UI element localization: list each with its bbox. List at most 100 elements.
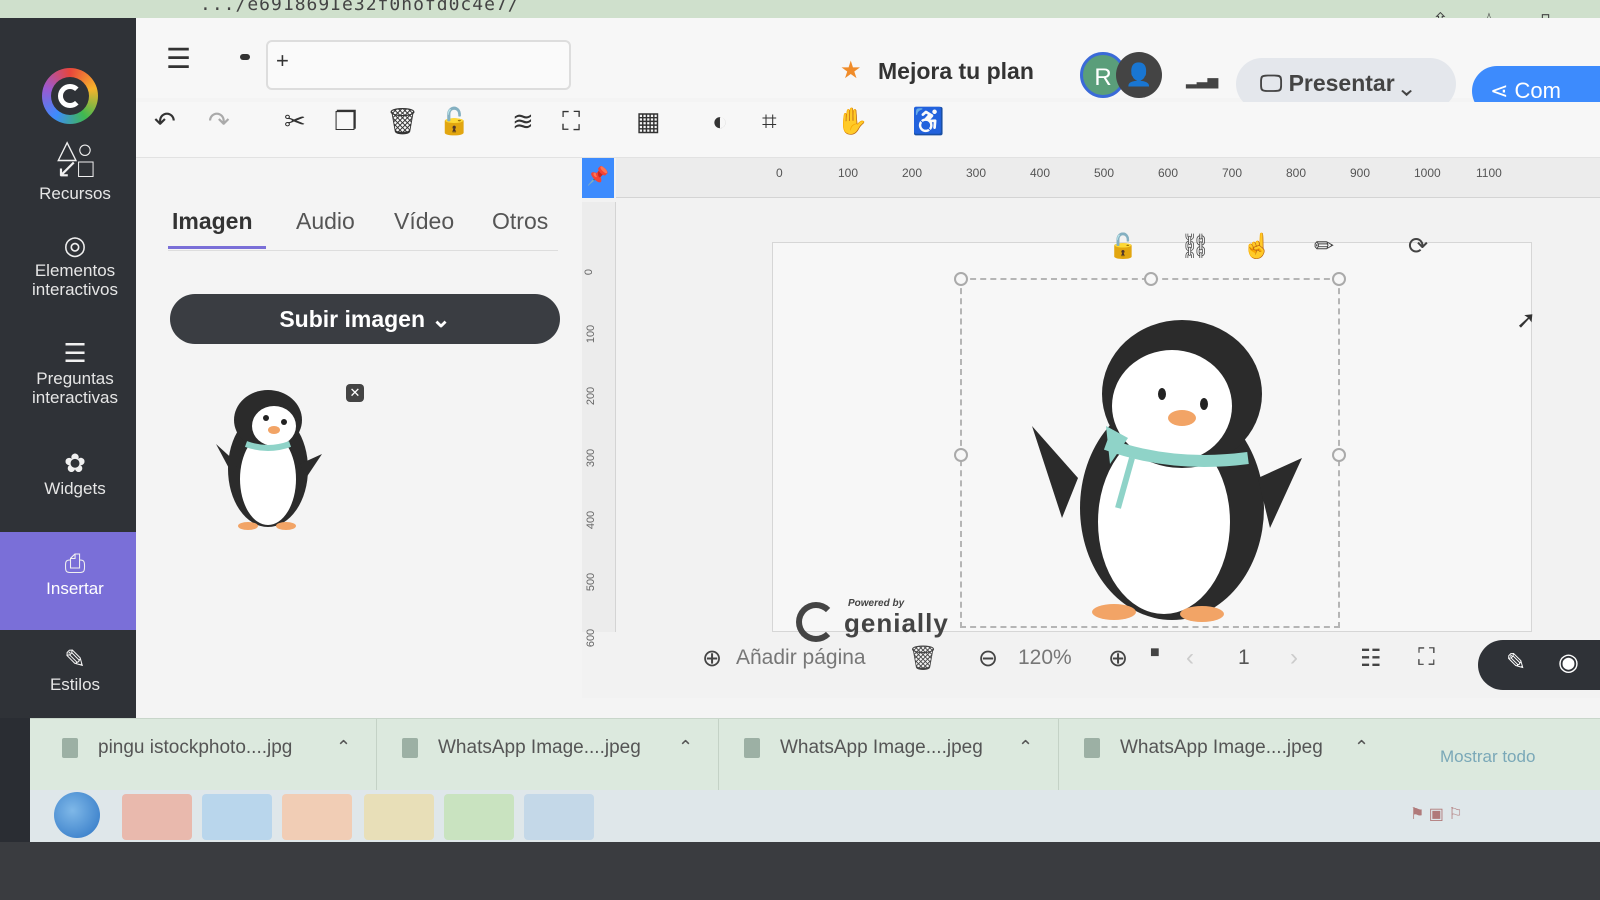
download-item[interactable]: WhatsApp Image....jpeg (744, 737, 983, 759)
vertical-ruler: 0 100 200 300 400 500 600 (582, 202, 616, 647)
left-sidebar: △○ ↙□ Recursos ◎ Elementos interactivos ☰… (0, 18, 150, 718)
powerpoint-taskbar-icon[interactable] (122, 794, 192, 840)
tab-imagen[interactable]: Imagen (172, 208, 253, 235)
lock-icon[interactable]: 🔓 (438, 106, 470, 137)
ruler-tick: 500 (1094, 166, 1115, 180)
object-lock-icon[interactable]: 🔓 (1108, 232, 1138, 261)
fullscreen-icon[interactable]: ⛶ (1418, 644, 1435, 672)
file-icon (62, 737, 78, 758)
sidebar-item-estilos[interactable]: ✎ Estilos (0, 646, 150, 694)
upload-image-button[interactable]: Subir imagen ⌄ (170, 294, 560, 344)
hand-icon[interactable]: ✋ (836, 106, 868, 137)
tab-otros[interactable]: Otros (492, 208, 548, 235)
chevron-up-icon[interactable]: ⌃ (678, 737, 693, 758)
delete-page-icon[interactable]: 🗑 (908, 644, 938, 673)
resize-handle[interactable] (1332, 448, 1346, 462)
system-tray-icons[interactable]: ⚑ ▣ ⚐ (1410, 804, 1463, 824)
download-item[interactable]: WhatsApp Image....jpeg (402, 737, 641, 759)
resize-handle[interactable] (1332, 272, 1346, 286)
resize-handle[interactable] (1144, 272, 1158, 286)
next-page-icon[interactable]: › (1290, 644, 1298, 672)
divider (1058, 719, 1059, 791)
editor-header: ☰ + ★ Mejora tu plan R 👤 ▂▃▅ 🖵 Presentar… (136, 18, 1600, 116)
layers-icon[interactable]: ≋ (512, 106, 534, 137)
menu-icon[interactable]: ☰ (166, 42, 191, 75)
ruler-tick: 100 (585, 324, 598, 344)
sidebar-item-widgets[interactable]: ✿ Widgets (0, 448, 150, 498)
sidebar-item-recursos[interactable]: △○ ↙□ Recursos (0, 136, 150, 203)
chrome-taskbar-icon[interactable] (444, 794, 514, 840)
show-all-downloads-link[interactable]: Mostrar todo (1440, 747, 1535, 767)
download-item[interactable]: pingu istockphoto....jpg (62, 737, 292, 759)
presentation-icon: 🖵 (1260, 70, 1289, 96)
zoom-in-icon[interactable]: ⊕ (1108, 644, 1128, 673)
page-list-icon[interactable]: ☷ (1360, 644, 1382, 673)
sidebar-item-elementos-interactivos[interactable]: ◎ Elementos interactivos (0, 232, 150, 299)
transparency-icon[interactable]: ▦ (636, 106, 661, 137)
filter-icon[interactable]: ◐ (712, 106, 728, 137)
redo-icon[interactable]: ↷ (208, 106, 230, 137)
object-replace-icon[interactable]: ⟳ (1408, 232, 1428, 261)
chevron-up-icon[interactable]: ⌃ (1354, 737, 1369, 758)
file-icon (1084, 737, 1100, 758)
sidebar-item-preguntas-interactivas[interactable]: ☰ Preguntas interactivas (0, 340, 150, 407)
app-taskbar-icon[interactable] (524, 794, 594, 840)
group-icon[interactable]: ⛶ (562, 106, 580, 138)
add-collaborator-icon[interactable]: 👤 (1116, 52, 1162, 98)
chevron-up-icon[interactable]: ⌃ (336, 737, 351, 758)
chevron-down-icon: ⌄ (431, 306, 451, 332)
pencil-icon: ✎ (1506, 649, 1527, 676)
chevron-up-icon[interactable]: ⌃ (1018, 737, 1033, 758)
penguin-thumbnail[interactable] (208, 374, 328, 534)
url-fragment[interactable]: .../e691869Ie32f0hofd0c4e7/ (200, 0, 520, 15)
undo-icon[interactable]: ↶ (154, 106, 176, 137)
windows-taskbar: ⚑ ▣ ⚐ (30, 790, 1600, 842)
resize-handle[interactable] (954, 272, 968, 286)
genially-brand-text: genially (844, 608, 949, 638)
object-edit-icon[interactable]: ✏ (1314, 232, 1334, 261)
tab-audio[interactable]: Audio (296, 208, 355, 235)
project-title-field[interactable] (266, 40, 571, 90)
cut-icon[interactable]: ✂ (284, 106, 306, 137)
start-button-icon[interactable] (54, 792, 100, 838)
sidebar-item-label: Insertar (46, 579, 104, 598)
duplicate-icon[interactable]: ❐ (334, 106, 357, 137)
downloads-bar: pingu istockphoto....jpg ⌃ WhatsApp Imag… (30, 718, 1600, 791)
media-player-taskbar-icon[interactable] (282, 794, 352, 840)
widgets-icon: ✿ (64, 448, 86, 478)
ruler-tick: 600 (1158, 166, 1179, 180)
add-page-button[interactable]: Añadir página (736, 646, 866, 670)
divider (376, 719, 377, 791)
zoom-out-icon[interactable]: ⊖ (978, 644, 998, 673)
file-explorer-taskbar-icon[interactable] (364, 794, 434, 840)
tab-video[interactable]: Vídeo (394, 208, 454, 235)
pin-icon[interactable]: 📌 (582, 158, 614, 198)
ruler-tick: 0 (776, 166, 783, 180)
sidebar-item-insertar[interactable]: ⎙ Insertar (0, 532, 150, 630)
prev-page-icon[interactable]: ‹ (1186, 644, 1194, 672)
editor-app: ☰ + ★ Mejora tu plan R 👤 ▂▃▅ 🖵 Presentar… (136, 18, 1600, 718)
remove-image-icon[interactable]: ✕ (346, 384, 364, 402)
mouse-cursor-icon: ➚ (1516, 307, 1537, 334)
internet-explorer-taskbar-icon[interactable] (202, 794, 272, 840)
object-link-icon[interactable]: ⛓ (1180, 232, 1210, 261)
resize-handle[interactable] (954, 448, 968, 462)
canvas-bottom-bar: ⊕ Añadir página 🗑 ⊖ 120% ⊕ ■ ‹ 1 › ☷ ⛶ ✎… (582, 636, 1600, 690)
object-interactivity-icon[interactable]: ☝ (1242, 232, 1272, 261)
download-item[interactable]: WhatsApp Image....jpeg (1084, 737, 1323, 759)
penguin-image[interactable] (1032, 308, 1302, 628)
file-icon (402, 737, 418, 758)
add-page-icon[interactable]: ⊕ (702, 644, 722, 673)
accessibility-icon[interactable]: ♿ (912, 106, 944, 137)
fit-icon[interactable]: ■ (1150, 644, 1160, 662)
upgrade-plan-link[interactable]: Mejora tu plan (878, 58, 1034, 85)
crop-icon[interactable]: ⌗ (762, 106, 777, 138)
download-filename: WhatsApp Image....jpeg (438, 737, 641, 758)
ruler-tick: 200 (902, 166, 923, 180)
delete-icon[interactable]: 🗑 (386, 106, 419, 137)
edit-mode-toggle[interactable]: ✎ ◉ (1478, 640, 1600, 690)
ruler-tick: 500 (585, 572, 598, 592)
file-icon (744, 737, 760, 758)
sidebar-item-label: Elementos interactivos (32, 261, 118, 299)
sidebar-item-label: Recursos (39, 184, 111, 203)
